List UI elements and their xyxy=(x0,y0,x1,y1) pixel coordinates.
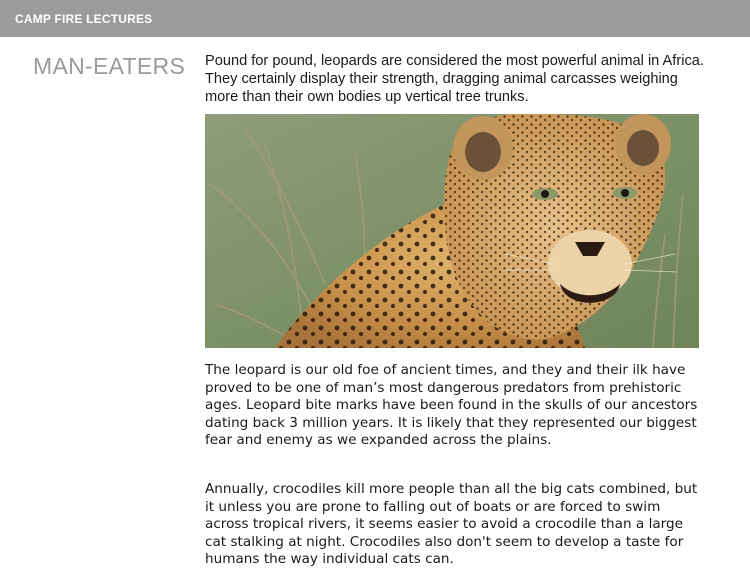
paragraph-intro: Pound for pound, leopards are considered… xyxy=(205,53,704,105)
app-bar-title: CAMP FIRE LECTURES xyxy=(15,12,153,26)
leopard-photo xyxy=(205,114,699,348)
section-title: MAN-EATERS xyxy=(33,53,186,79)
paragraph-leopard-history: The leopard is our old foe of ancient ti… xyxy=(205,362,698,449)
app-bar: CAMP FIRE LECTURES xyxy=(0,0,750,37)
paragraph-crocodiles: Annually, crocodiles kill more people th… xyxy=(205,481,698,568)
